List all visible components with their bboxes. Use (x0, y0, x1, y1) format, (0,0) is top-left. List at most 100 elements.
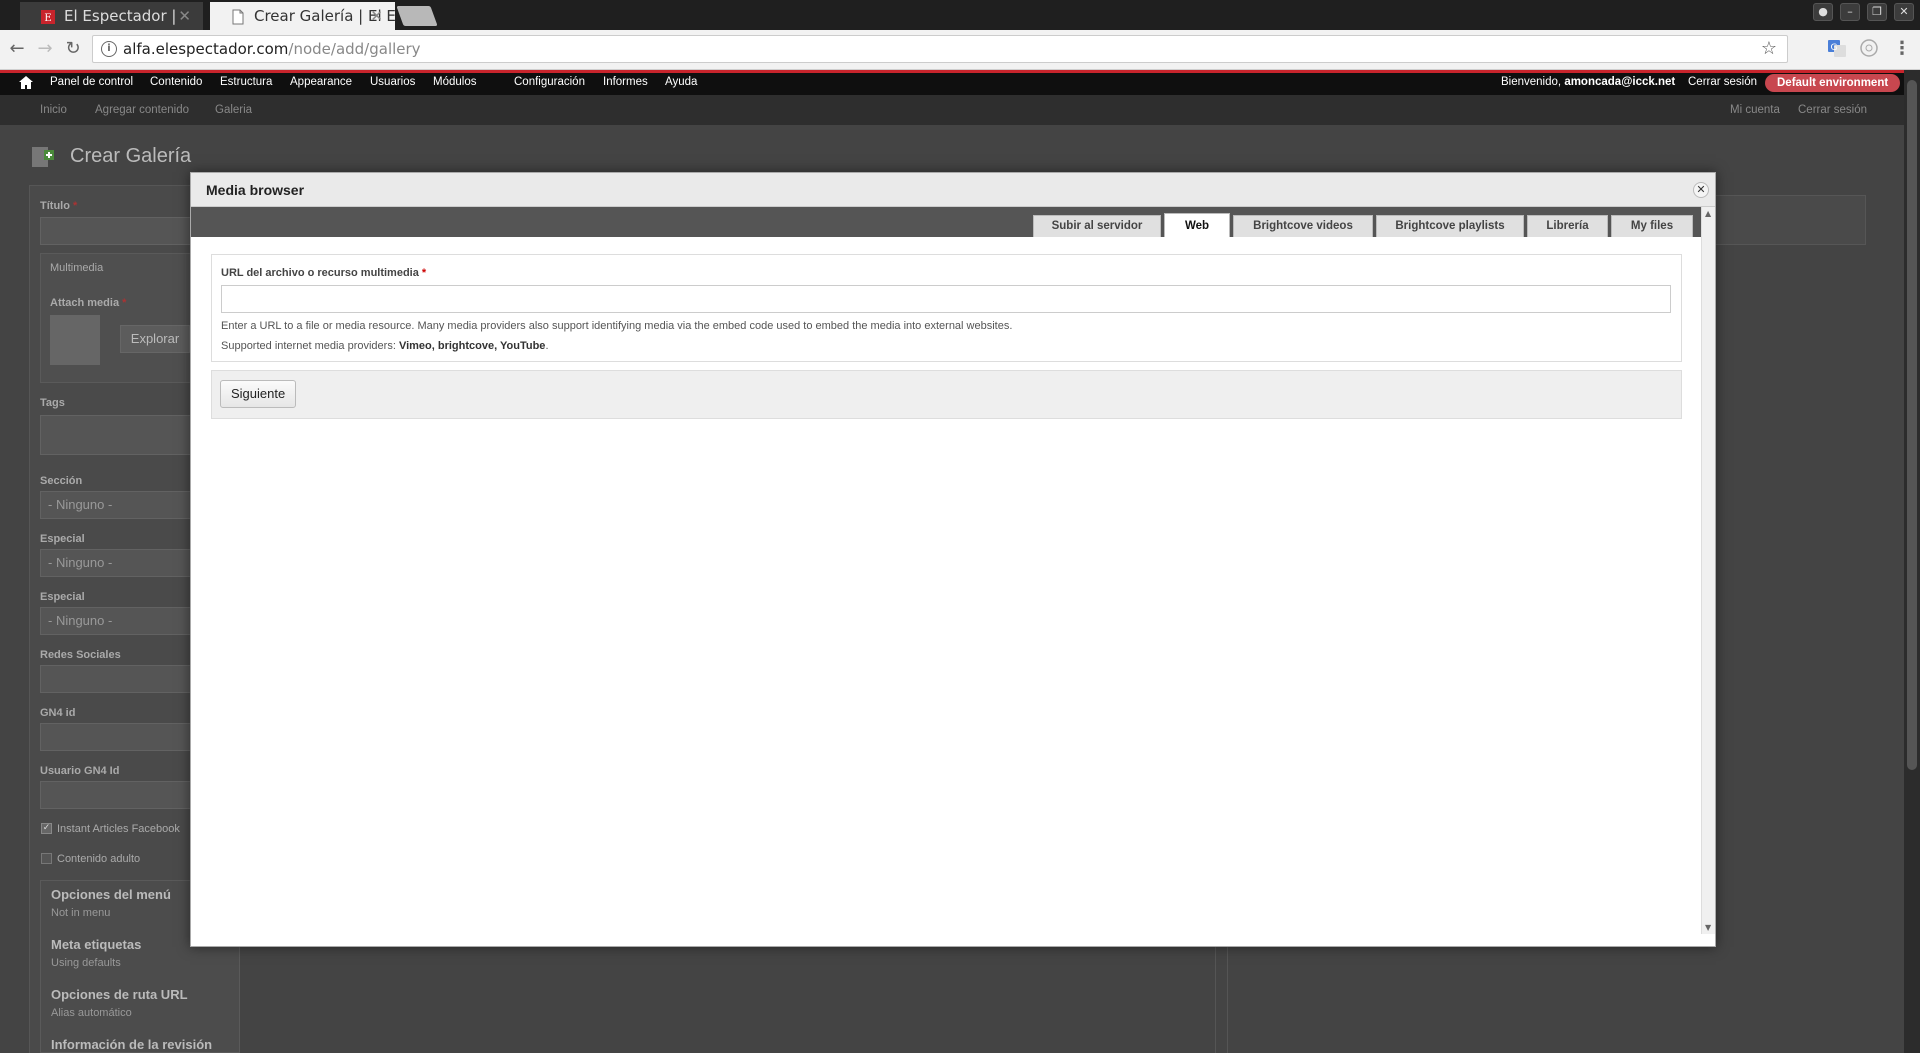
tab-library[interactable]: Librería (1527, 215, 1608, 237)
scroll-down-icon[interactable]: ▼ (1705, 923, 1711, 932)
admin-menu-panel[interactable]: Panel de control (50, 76, 133, 88)
instant-articles-checkbox[interactable]: ✓ (41, 823, 52, 834)
menu-kebab-icon[interactable]: ⋮ (1891, 38, 1913, 60)
browser-tab-title: El Espectador | (64, 7, 177, 25)
profile-icon[interactable]: ● (1813, 3, 1833, 21)
form-actions: Siguiente (211, 370, 1682, 419)
url-field-label: URL del archivo o recurso multimedia * (221, 267, 426, 279)
url-host: alfa.elespectador.com (123, 40, 289, 58)
required-marker: * (122, 297, 127, 309)
url-field-description: Enter a URL to a file or media resource.… (221, 320, 1013, 332)
vtab-menu-summary: Not in menu (51, 907, 111, 919)
reload-icon[interactable]: ↻ (62, 38, 84, 60)
shortcut-bar: Inicio Agregar contenido Galeria Mi cuen… (0, 95, 1920, 125)
next-button[interactable]: Siguiente (220, 380, 297, 408)
media-url-input[interactable] (221, 285, 1671, 313)
url-path: /node/add/gallery (288, 40, 421, 58)
add-content-icon (32, 147, 54, 167)
instant-articles-label: Instant Articles Facebook (57, 823, 180, 835)
gn4-id-label: GN4 id (40, 707, 76, 719)
browser-toolbar: ← → ↻ i alfa.elespectador.com/node/add/g… (0, 30, 1920, 70)
logout-link[interactable]: Cerrar sesión (1688, 76, 1757, 88)
back-icon[interactable]: ← (6, 38, 28, 60)
dialog-scrollbar[interactable]: ▲ ▼ (1701, 207, 1715, 934)
shortcut-my-account[interactable]: Mi cuenta (1730, 104, 1780, 116)
minimize-icon[interactable]: – (1840, 3, 1860, 21)
dialog-title: Media browser (206, 182, 305, 198)
close-tab-icon[interactable]: ✕ (178, 7, 191, 25)
el-espectador-favicon-icon: E (41, 10, 55, 24)
section-label: Sección (40, 475, 83, 487)
browser-tab-active[interactable]: Crear Galería | El Es ✕ (210, 2, 395, 30)
web-url-fieldset: URL del archivo o recurso multimedia * E… (211, 254, 1682, 362)
tab-my-files[interactable]: My files (1611, 215, 1693, 237)
admin-menu-content[interactable]: Contenido (150, 76, 202, 88)
title-label-text: Título (40, 200, 70, 212)
browser-tab-inactive[interactable]: E El Espectador | ✕ (20, 2, 203, 30)
required-marker: * (73, 200, 78, 212)
multimedia-legend: Multimedia (50, 262, 104, 274)
admin-menu-appearance[interactable]: Appearance (290, 76, 352, 88)
welcome-text: Bienvenido, amoncada@icck.net (1501, 76, 1675, 88)
forward-icon[interactable]: → (34, 38, 56, 60)
address-bar[interactable]: i alfa.elespectador.com/node/add/gallery… (92, 35, 1788, 63)
scroll-up-icon[interactable]: ▲ (1705, 209, 1711, 218)
url-field-label-text: URL del archivo o recurso multimedia (221, 267, 419, 279)
url-text: alfa.elespectador.com/node/add/gallery (123, 40, 421, 58)
special-select-2-value: - Ninguno - (48, 613, 113, 628)
svg-text:E: E (44, 13, 51, 24)
providers-list: Vimeo, brightcove, YouTube (398, 340, 546, 352)
special-select-1-value: - Ninguno - (48, 555, 113, 570)
adult-content-checkbox[interactable] (41, 853, 52, 864)
username[interactable]: amoncada@icck.net (1564, 76, 1675, 88)
vtab-meta-summary: Using defaults (51, 957, 121, 969)
browse-button[interactable]: Explorar (120, 325, 190, 353)
vtab-url-title[interactable]: Opciones de ruta URL (51, 987, 188, 1002)
page-scrollbar[interactable] (1904, 70, 1920, 1053)
site-info-icon[interactable]: i (101, 41, 117, 57)
bookmark-star-icon[interactable]: ☆ (1761, 38, 1777, 59)
attach-media-label-text: Attach media (50, 297, 120, 309)
close-tab-icon[interactable]: ✕ (370, 7, 383, 25)
environment-badge[interactable]: Default environment (1765, 74, 1901, 92)
social-networks-label: Redes Sociales (40, 649, 121, 661)
tab-upload[interactable]: Subir al servidor (1033, 215, 1161, 237)
browser-tabstrip: E El Espectador | ✕ Crear Galería | El E… (0, 0, 1920, 30)
tab-web[interactable]: Web (1164, 213, 1230, 237)
special-label-2: Especial (40, 591, 85, 603)
page-scrollbar-thumb[interactable] (1907, 80, 1917, 770)
admin-toolbar: Panel de control Contenido Estructura Ap… (0, 70, 1920, 95)
gn4-user-label: Usuario GN4 Id (40, 765, 120, 777)
providers-suffix: . (545, 340, 549, 352)
tab-brightcove-videos[interactable]: Brightcove videos (1233, 215, 1373, 237)
shortcut-add-content[interactable]: Agregar contenido (95, 104, 189, 116)
admin-menu-reports[interactable]: Informes (603, 76, 648, 88)
welcome-prefix: Bienvenido, (1501, 76, 1562, 88)
vtab-menu-title[interactable]: Opciones del menú (51, 887, 171, 902)
title-label: Título * (40, 200, 77, 212)
translate-icon[interactable]: G (1827, 38, 1847, 58)
admin-menu-help[interactable]: Ayuda (665, 76, 697, 88)
admin-menu-structure[interactable]: Estructura (220, 76, 272, 88)
section-select-value: - Ninguno - (48, 497, 113, 512)
admin-menu-users[interactable]: Usuarios (370, 76, 415, 88)
required-marker: * (421, 267, 427, 279)
tab-brightcove-playlists[interactable]: Brightcove playlists (1376, 215, 1524, 237)
admin-menu-modules[interactable]: Módulos (433, 76, 476, 88)
new-tab-button[interactable] (396, 6, 438, 26)
shortcut-gallery[interactable]: Galeria (215, 104, 252, 116)
media-preview-thumbnail (50, 315, 100, 365)
attach-media-label: Attach media * (50, 297, 126, 309)
vtab-meta-title[interactable]: Meta etiquetas (51, 937, 141, 952)
special-label-1: Especial (40, 533, 85, 545)
providers-prefix: Supported internet media providers: (221, 340, 399, 352)
close-icon[interactable]: ✕ (1693, 182, 1709, 198)
restore-icon[interactable]: ❐ (1867, 3, 1887, 21)
extension-icon[interactable] (1859, 38, 1879, 58)
close-window-icon[interactable]: ✕ (1894, 3, 1914, 21)
admin-menu-configuration[interactable]: Configuración (514, 76, 585, 88)
vtab-revision-title[interactable]: Información de la revisión (51, 1037, 212, 1052)
shortcut-home[interactable]: Inicio (40, 104, 67, 116)
shortcut-logout[interactable]: Cerrar sesión (1798, 104, 1867, 116)
home-icon[interactable] (19, 76, 33, 89)
